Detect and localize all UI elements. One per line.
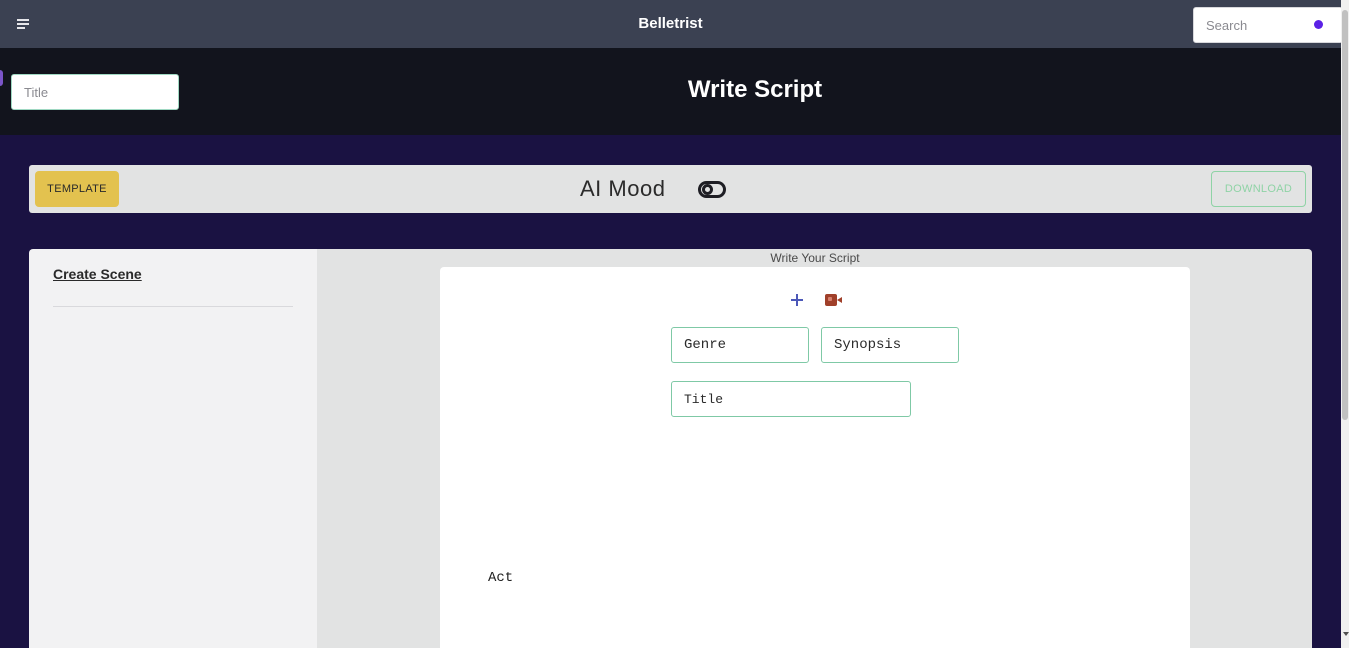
script-page[interactable] [440, 267, 1190, 648]
genre-field[interactable] [671, 327, 809, 363]
template-button[interactable]: TEMPLATE [35, 171, 119, 207]
sidebar-divider [53, 306, 293, 307]
add-icon[interactable] [790, 293, 804, 307]
ai-mood-toggle-icon[interactable] [698, 181, 726, 198]
search-indicator-icon [1314, 20, 1323, 29]
act-label[interactable]: Act [488, 570, 513, 586]
create-scene-link[interactable]: Create Scene [53, 266, 142, 282]
video-camera-icon[interactable] [825, 294, 842, 306]
page-title: Write Script [687, 76, 823, 103]
scroll-down-arrow-icon[interactable] [1343, 632, 1349, 636]
synopsis-field[interactable] [821, 327, 959, 363]
side-drawer-handle-icon[interactable] [0, 70, 3, 86]
header-title-input[interactable] [11, 74, 179, 110]
ai-mood-label: AI Mood [580, 176, 666, 201]
scrollbar-thumb[interactable] [1342, 10, 1348, 420]
app-brand[interactable]: Belletrist [0, 15, 1341, 32]
editor-caption: Write Your Script [770, 251, 860, 265]
script-title-field[interactable] [671, 381, 911, 417]
script-toolbar [29, 165, 1312, 213]
scene-sidebar [29, 249, 318, 648]
download-button[interactable]: DOWNLOAD [1211, 171, 1306, 207]
